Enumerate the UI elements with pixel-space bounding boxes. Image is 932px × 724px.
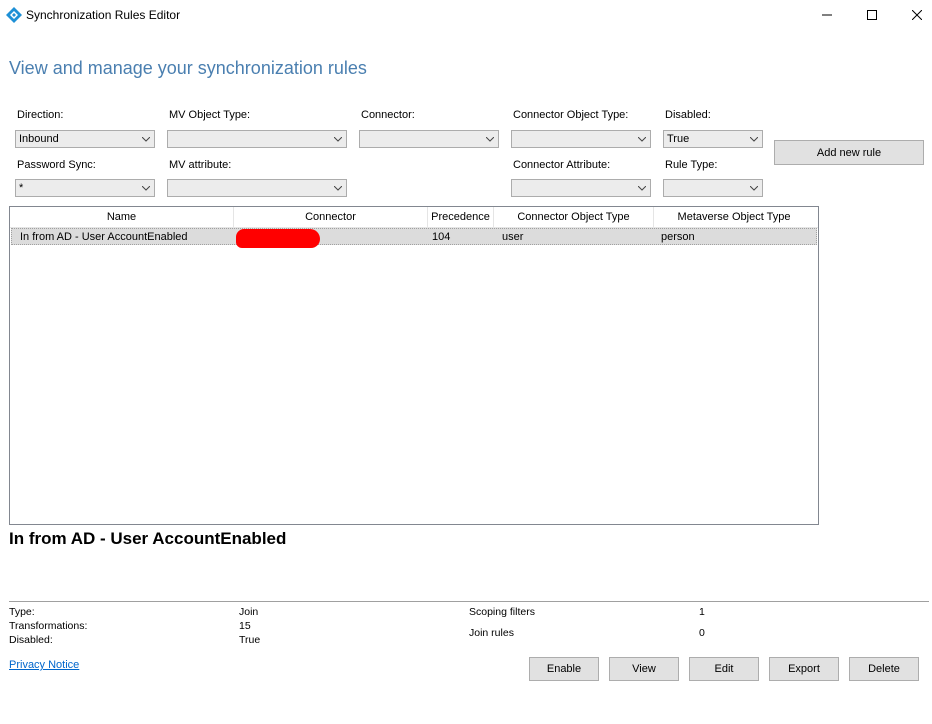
- delete-button[interactable]: Delete: [849, 657, 919, 681]
- maximize-icon: [867, 10, 877, 20]
- rule-type-label: Rule Type:: [665, 159, 718, 171]
- page-heading: View and manage your synchronization rul…: [9, 58, 367, 78]
- disabled-dropdown[interactable]: True: [663, 130, 763, 148]
- minimize-icon: [822, 14, 832, 16]
- disabled-label: Disabled:: [665, 109, 711, 121]
- mv-object-type-label: MV Object Type:: [169, 109, 251, 121]
- connector-label: Connector:: [361, 109, 415, 121]
- app-icon: [6, 7, 22, 23]
- close-button[interactable]: [894, 0, 932, 30]
- type-label: Type:: [9, 606, 35, 618]
- column-header-metaverse-object-type[interactable]: Metaverse Object Type: [654, 207, 814, 227]
- scoping-filters-value: 1: [699, 606, 705, 618]
- disabled-detail-value: True: [239, 634, 261, 646]
- direction-label: Direction:: [17, 109, 64, 121]
- chevron-down-icon: [634, 131, 650, 147]
- chevron-down-icon: [746, 131, 762, 147]
- table-row[interactable]: In from AD - User AccountEnabled 104 use…: [11, 228, 817, 248]
- close-icon: [912, 10, 922, 20]
- mv-object-type-dropdown[interactable]: [167, 130, 347, 148]
- column-header-connector[interactable]: Connector: [234, 207, 428, 227]
- column-header-connector-object-type[interactable]: Connector Object Type: [494, 207, 654, 227]
- rule-type-dropdown[interactable]: [663, 179, 763, 197]
- direction-value: Inbound: [19, 133, 59, 145]
- privacy-notice-link[interactable]: Privacy Notice: [9, 659, 79, 671]
- chevron-down-icon: [330, 180, 346, 196]
- disabled-value: True: [667, 133, 690, 145]
- maximize-button[interactable]: [849, 0, 895, 30]
- connector-dropdown[interactable]: [359, 130, 499, 148]
- mv-attribute-label: MV attribute:: [169, 159, 232, 171]
- direction-dropdown[interactable]: Inbound: [15, 130, 155, 148]
- mv-attribute-dropdown[interactable]: [167, 179, 347, 197]
- chevron-down-icon: [330, 131, 346, 147]
- connector-attribute-label: Connector Attribute:: [513, 159, 611, 171]
- column-header-precedence[interactable]: Precedence: [428, 207, 494, 227]
- chevron-down-icon: [746, 180, 762, 196]
- scoping-filters-label: Scoping filters: [469, 606, 535, 618]
- join-rules-value: 0: [699, 627, 705, 639]
- selected-rule-title: In from AD - User AccountEnabled: [9, 529, 287, 548]
- transformations-label: Transformations:: [9, 620, 88, 632]
- export-button[interactable]: Export: [769, 657, 839, 681]
- connector-attribute-dropdown[interactable]: [511, 179, 651, 197]
- join-rules-label: Join rules: [469, 627, 514, 639]
- cell-connector-object-type: user: [502, 231, 524, 243]
- add-new-rule-button[interactable]: Add new rule: [774, 140, 924, 165]
- password-sync-value: *: [19, 182, 24, 194]
- rules-grid[interactable]: Name Connector Precedence Connector Obje…: [9, 206, 819, 525]
- chevron-down-icon: [482, 131, 498, 147]
- view-button[interactable]: View: [609, 657, 679, 681]
- connector-object-type-label: Connector Object Type:: [513, 109, 629, 121]
- transformations-value: 15: [239, 620, 251, 632]
- chevron-down-icon: [138, 180, 154, 196]
- window-title: Synchronization Rules Editor: [26, 8, 181, 22]
- type-value: Join: [239, 606, 259, 618]
- cell-name: In from AD - User AccountEnabled: [20, 231, 188, 243]
- minimize-button[interactable]: [804, 0, 850, 30]
- chevron-down-icon: [634, 180, 650, 196]
- grid-header: Name Connector Precedence Connector Obje…: [10, 207, 818, 228]
- password-sync-label: Password Sync:: [17, 159, 96, 171]
- cell-precedence: 104: [432, 231, 451, 243]
- cell-metaverse-object-type: person: [661, 231, 695, 243]
- connector-object-type-dropdown[interactable]: [511, 130, 651, 148]
- password-sync-dropdown[interactable]: *: [15, 179, 155, 197]
- title-bar: Synchronization Rules Editor: [0, 0, 932, 30]
- edit-button[interactable]: Edit: [689, 657, 759, 681]
- chevron-down-icon: [138, 131, 154, 147]
- redaction-mark: [236, 229, 320, 248]
- enable-button[interactable]: Enable: [529, 657, 599, 681]
- disabled-detail-label: Disabled:: [9, 634, 53, 646]
- divider: [9, 601, 929, 602]
- column-header-name[interactable]: Name: [10, 207, 234, 227]
